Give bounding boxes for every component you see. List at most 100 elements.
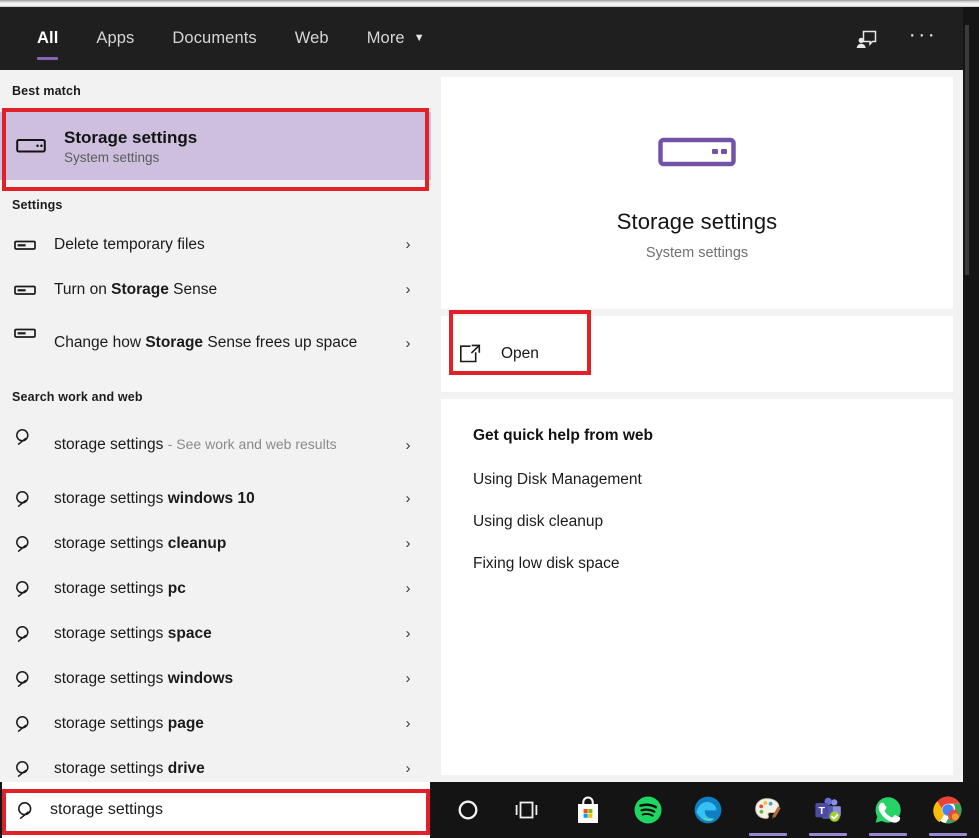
taskbar-item-task-view[interactable] (498, 782, 558, 838)
search-icon (12, 534, 54, 554)
group-header-search-work-and-web: Search work and web (12, 390, 143, 404)
drive-icon-large (658, 132, 736, 177)
web-result-storage-settings-pc[interactable]: storage settings pc › (0, 566, 431, 611)
detail-hero-card: Storage settings System settings (441, 77, 953, 309)
tab-web[interactable]: Web (276, 7, 348, 70)
settings-result-delete-temporary-files[interactable]: Delete temporary files › (0, 222, 431, 267)
taskbar-item-paint-3d[interactable] (738, 782, 798, 838)
chevron-right-icon: › (405, 760, 411, 777)
best-match-title: Storage settings (64, 127, 198, 147)
results-list-panel[interactable]: Best match Storage settings System setti… (0, 70, 431, 782)
detail-help-card: Get quick help from web Using Disk Manag… (441, 399, 953, 775)
chevron-right-icon: › (405, 334, 411, 352)
tab-all-label: All (37, 29, 59, 47)
taskbar-item-microsoft-teams[interactable]: T (798, 782, 858, 838)
tab-all[interactable]: All (18, 7, 77, 70)
detail-actions-card: Open (441, 316, 953, 392)
settings-result-label: Change how Storage Sense frees up space (54, 334, 358, 352)
web-result-storage-settings-windows-10[interactable]: storage settings windows 10 › (0, 476, 431, 521)
taskbar-search-box[interactable] (2, 782, 430, 838)
web-result-label: storage settings pc (54, 579, 186, 597)
detail-panel: Storage settings System settings Open Ge… (431, 70, 963, 782)
feedback-icon[interactable] (845, 17, 889, 61)
taskbar-item-spotify[interactable] (618, 782, 678, 838)
chevron-right-icon: › (405, 670, 411, 687)
svg-text:T: T (818, 805, 825, 817)
taskbar-item-google-chrome[interactable] (918, 782, 978, 838)
search-icon (12, 489, 54, 509)
open-button-label: Open (501, 345, 539, 362)
taskbar: T (0, 782, 979, 838)
help-link-using-disk-cleanup[interactable]: Using disk cleanup (473, 513, 953, 531)
tab-documents[interactable]: Documents (153, 7, 275, 70)
tab-more[interactable]: More ▼ (348, 7, 444, 70)
detail-title: Storage settings (616, 209, 778, 234)
chevron-right-icon: › (405, 580, 411, 597)
help-link-using-disk-management[interactable]: Using Disk Management (473, 471, 953, 489)
chevron-right-icon: › (405, 535, 411, 552)
chevron-right-icon: › (405, 236, 411, 253)
windows-search-flyout-screen: All Apps Documents Web More ▼ ··· Best m… (0, 0, 979, 838)
chevron-right-icon: › (405, 281, 411, 298)
web-result-label: storage settings - See work and web resu… (54, 436, 337, 454)
search-icon (12, 624, 54, 644)
web-result-storage-settings-page[interactable]: storage settings page › (0, 701, 431, 746)
tab-apps-label: Apps (96, 29, 135, 47)
chevron-right-icon: › (405, 490, 411, 507)
web-result-storage-settings-drive[interactable]: storage settings drive › (0, 746, 431, 782)
help-link-fixing-low-disk-space[interactable]: Fixing low disk space (473, 555, 953, 573)
taskbar-item-cortana[interactable] (438, 782, 498, 838)
web-result-label: storage settings windows (54, 669, 234, 687)
web-result-see-work-and-web-results[interactable]: storage settings - See work and web resu… (0, 414, 431, 476)
settings-result-change-how-storage-sense-frees-up-space[interactable]: Change how Storage Sense frees up space … (0, 312, 431, 374)
chevron-right-icon: › (405, 436, 411, 454)
drive-icon (12, 135, 64, 157)
detail-subtitle: System settings (645, 245, 749, 261)
search-input[interactable] (50, 801, 390, 819)
taskbar-item-microsoft-store[interactable] (558, 782, 618, 838)
web-result-storage-settings-windows[interactable]: storage settings windows › (0, 656, 431, 701)
search-tabs: All Apps Documents Web More ▼ (18, 7, 444, 70)
search-icon (12, 579, 54, 599)
web-result-label: storage settings drive (54, 759, 205, 777)
search-tab-bar: All Apps Documents Web More ▼ ··· (0, 7, 963, 70)
search-icon (12, 759, 54, 779)
taskbar-app-tray: T (438, 782, 978, 838)
group-header-settings: Settings (12, 198, 63, 212)
settings-result-turn-on-storage-sense[interactable]: Turn on Storage Sense › (0, 267, 431, 312)
desktop-top-edge (0, 0, 979, 7)
taskbar-item-microsoft-edge[interactable] (678, 782, 738, 838)
taskbar-running-indicator (929, 833, 967, 836)
more-options-label: ··· (908, 22, 938, 46)
settings-drive-icon (12, 312, 54, 341)
tab-apps[interactable]: Apps (77, 7, 153, 70)
open-external-icon (459, 344, 481, 364)
web-result-storage-settings-space[interactable]: storage settings space › (0, 611, 431, 656)
tab-bar-actions: ··· (845, 7, 963, 70)
tab-web-label: Web (294, 29, 329, 47)
group-header-best-match: Best match (12, 84, 81, 98)
chevron-down-icon: ▼ (413, 32, 425, 44)
best-match-result-wrap: Storage settings System settings (0, 112, 431, 180)
search-icon (12, 414, 54, 447)
taskbar-running-indicator (869, 833, 907, 836)
search-icon (12, 669, 54, 689)
web-result-label: storage settings space (54, 624, 212, 642)
tab-documents-label: Documents (172, 29, 257, 47)
best-match-texts: Storage settings System settings (64, 127, 197, 165)
search-icon (2, 800, 50, 821)
web-result-label: storage settings windows 10 (54, 489, 255, 507)
web-result-storage-settings-cleanup[interactable]: storage settings cleanup › (0, 521, 431, 566)
taskbar-running-indicator (749, 833, 787, 836)
taskbar-item-whatsapp[interactable] (858, 782, 918, 838)
open-button[interactable]: Open (441, 329, 567, 379)
chevron-right-icon: › (405, 625, 411, 642)
settings-drive-icon (12, 282, 54, 298)
search-flyout: All Apps Documents Web More ▼ ··· Best m… (0, 7, 963, 782)
settings-drive-icon (12, 237, 54, 253)
scrollbar-thumb[interactable] (965, 25, 969, 275)
search-icon (12, 714, 54, 734)
more-options-icon[interactable]: ··· (901, 13, 945, 65)
best-match-result-storage-settings[interactable]: Storage settings System settings (0, 112, 431, 180)
tab-more-label: More (366, 29, 405, 47)
